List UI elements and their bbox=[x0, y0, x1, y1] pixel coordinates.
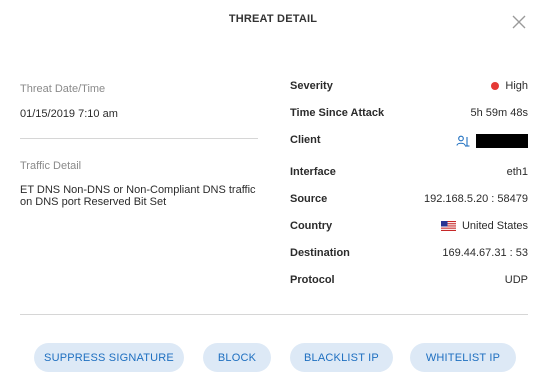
severity-row: Severity High bbox=[290, 80, 528, 96]
source-value: 192.168.5.20 : 58479 bbox=[424, 193, 528, 205]
left-divider bbox=[20, 138, 258, 139]
client-row: Client bbox=[290, 134, 528, 150]
whitelist-ip-button[interactable]: WHITELIST IP bbox=[410, 343, 516, 372]
interface-row: Interface eth1 bbox=[290, 166, 528, 182]
traffic-detail-label: Traffic Detail bbox=[20, 160, 82, 172]
time-since-attack-label: Time Since Attack bbox=[290, 107, 385, 119]
blacklist-ip-button[interactable]: BLACKLIST IP bbox=[290, 343, 393, 372]
client-redacted-value bbox=[476, 134, 528, 148]
bottom-divider bbox=[20, 314, 528, 315]
destination-value: 169.44.67.31 : 53 bbox=[442, 247, 528, 259]
threat-date-value: 01/15/2019 7:10 am bbox=[20, 108, 118, 120]
source-row: Source 192.168.5.20 : 58479 bbox=[290, 193, 528, 209]
time-since-attack-row: Time Since Attack 5h 59m 48s bbox=[290, 107, 528, 123]
block-button[interactable]: BLOCK bbox=[203, 343, 271, 372]
time-since-attack-value: 5h 59m 48s bbox=[470, 107, 528, 119]
user-network-icon[interactable] bbox=[456, 135, 470, 147]
severity-label: Severity bbox=[290, 80, 333, 92]
protocol-row: Protocol UDP bbox=[290, 274, 528, 290]
suppress-signature-button[interactable]: SUPPRESS SIGNATURE bbox=[34, 343, 184, 372]
client-label: Client bbox=[290, 134, 321, 146]
destination-label: Destination bbox=[290, 247, 350, 259]
destination-row: Destination 169.44.67.31 : 53 bbox=[290, 247, 528, 263]
severity-value: High bbox=[505, 80, 528, 92]
interface-label: Interface bbox=[290, 166, 336, 178]
threat-date-label: Threat Date/Time bbox=[20, 83, 106, 95]
dialog-title: THREAT DETAIL bbox=[228, 13, 318, 25]
protocol-label: Protocol bbox=[290, 274, 335, 286]
severity-indicator-icon bbox=[491, 82, 500, 90]
close-icon[interactable] bbox=[511, 14, 527, 30]
us-flag-icon bbox=[440, 221, 456, 231]
country-value: United States bbox=[461, 220, 528, 232]
protocol-value: UDP bbox=[504, 274, 528, 286]
interface-value: eth1 bbox=[506, 166, 528, 178]
traffic-detail-value: ET DNS Non-DNS or Non-Compliant DNS traf… bbox=[20, 184, 256, 208]
source-label: Source bbox=[290, 193, 328, 205]
country-row: Country United States bbox=[290, 220, 528, 236]
country-label: Country bbox=[290, 220, 333, 232]
